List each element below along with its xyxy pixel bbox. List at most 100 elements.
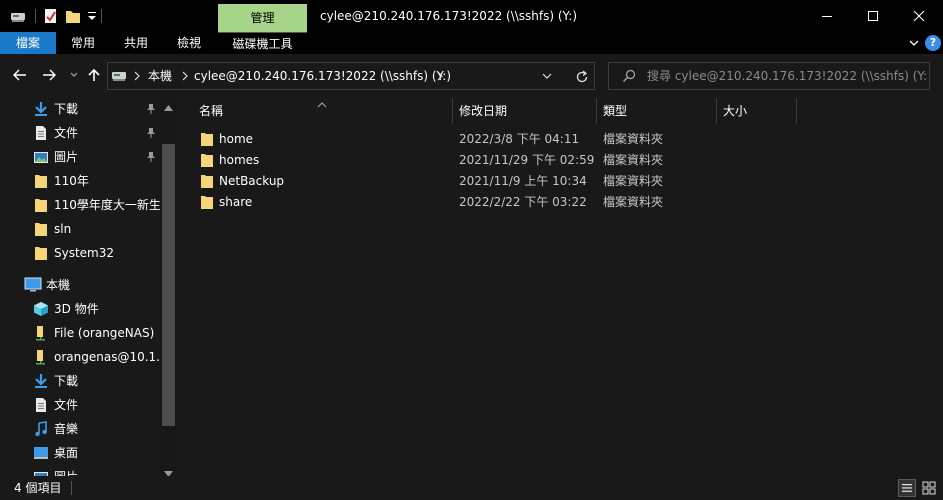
details-view-icon[interactable] bbox=[898, 479, 916, 497]
sidebar-item-quick-6[interactable]: System32 bbox=[0, 241, 160, 265]
breadcrumb-this-pc[interactable]: 本機 bbox=[148, 63, 172, 89]
sidebar-item-pc-4[interactable]: 文件 bbox=[0, 393, 160, 417]
sidebar-item-pc-0[interactable]: 3D 物件 bbox=[0, 297, 160, 321]
sort-ascending-icon bbox=[317, 97, 327, 108]
sidebar-item-pc-5[interactable]: 音樂 bbox=[0, 417, 160, 441]
close-icon bbox=[913, 10, 925, 22]
sidebar-item-quick-4[interactable]: 110學年度大一新生 bbox=[0, 193, 161, 217]
back-arrow-icon bbox=[13, 69, 26, 81]
properties-icon[interactable] bbox=[43, 8, 59, 24]
breadcrumb-separator-icon[interactable] bbox=[180, 69, 190, 83]
tab-drive-tools[interactable]: 磁碟機工具 bbox=[218, 32, 307, 54]
forward-arrow-icon bbox=[43, 69, 56, 81]
pin-icon[interactable] bbox=[145, 103, 157, 115]
address-bar[interactable]: 本機 cylee@210.240.176.173!2022 (\\sshfs) … bbox=[107, 62, 595, 90]
up-button[interactable] bbox=[84, 65, 104, 85]
customize-toolbar-icon[interactable] bbox=[84, 8, 100, 24]
item-count: 4 個項目 bbox=[14, 481, 62, 495]
sidebar-item-label: 110年 bbox=[54, 174, 89, 188]
pin-icon[interactable] bbox=[145, 127, 157, 139]
breadcrumb-separator-icon[interactable] bbox=[435, 69, 445, 83]
new-folder-icon[interactable] bbox=[65, 8, 81, 24]
column-divider[interactable] bbox=[716, 98, 717, 124]
close-button[interactable] bbox=[896, 0, 942, 32]
breadcrumb-separator-icon[interactable] bbox=[132, 69, 142, 83]
document-icon bbox=[33, 125, 49, 141]
minimize-button[interactable] bbox=[804, 0, 850, 32]
file-row[interactable]: NetBackup 2021/11/9 上午 10:34 檔案資料夾 bbox=[195, 171, 665, 192]
refresh-icon[interactable] bbox=[574, 69, 590, 85]
scroll-down-icon[interactable] bbox=[164, 466, 173, 476]
large-icons-view-icon[interactable] bbox=[920, 479, 938, 497]
sidebar-item-label: File (orangeNAS) bbox=[54, 326, 155, 340]
search-box[interactable] bbox=[608, 62, 930, 90]
sidebar-item-this-pc[interactable]: 本機 bbox=[0, 273, 160, 297]
column-divider[interactable] bbox=[796, 98, 797, 124]
file-name: share bbox=[219, 195, 253, 209]
folder-icon bbox=[33, 197, 49, 213]
file-row[interactable]: homes 2021/11/29 下午 02:59 檔案資料夾 bbox=[195, 150, 665, 171]
search-input[interactable] bbox=[647, 63, 927, 89]
sidebar-item-pc-6[interactable]: 桌面 bbox=[0, 441, 160, 465]
folder-icon bbox=[33, 173, 49, 189]
sidebar-item-pc-7[interactable]: 圖片 bbox=[0, 465, 160, 476]
scrollbar-thumb[interactable] bbox=[162, 144, 175, 426]
folder-icon bbox=[200, 174, 214, 189]
sidebar-item-pc-2[interactable]: orangenas@10.1.1 bbox=[0, 345, 168, 369]
tab-home[interactable]: 常用 bbox=[56, 32, 110, 54]
sidebar-item-pc-3[interactable]: 下載 bbox=[0, 369, 160, 393]
sidebar-item-quick-3[interactable]: 110年 bbox=[0, 169, 160, 193]
folder-icon bbox=[200, 195, 214, 210]
column-divider[interactable] bbox=[452, 98, 453, 124]
file-row[interactable]: share 2022/2/22 下午 03:22 檔案資料夾 bbox=[195, 192, 665, 213]
expand-ribbon-chevron-icon[interactable] bbox=[907, 36, 921, 50]
status-divider bbox=[71, 481, 72, 495]
sidebar-item-quick-0[interactable]: 下載 bbox=[0, 97, 160, 121]
file-modified: 2021/11/9 上午 10:34 bbox=[459, 174, 587, 188]
tab-manage[interactable]: 管理 bbox=[218, 4, 307, 32]
music-icon bbox=[33, 421, 49, 437]
network-drive-icon bbox=[33, 325, 49, 341]
pin-icon[interactable] bbox=[145, 151, 157, 163]
tab-file[interactable]: 檔案 bbox=[0, 32, 56, 54]
column-header-name[interactable]: 名稱 bbox=[199, 96, 223, 126]
sidebar-item-label: sln bbox=[54, 222, 72, 236]
file-list: 名稱 修改日期 類型 大小 home 2022/3/8 下午 04:11 檔案資料夾… bbox=[185, 96, 943, 476]
toolbar-separator bbox=[35, 9, 36, 23]
sidebar-item-quick-1[interactable]: 文件 bbox=[0, 121, 160, 145]
search-icon bbox=[622, 69, 636, 86]
address-history-chevron-icon[interactable] bbox=[541, 70, 553, 82]
column-header-type[interactable]: 類型 bbox=[603, 96, 627, 126]
network-drive-icon bbox=[33, 349, 49, 365]
ribbon-tabs: 檔案 常用 共用 檢視 磁碟機工具 ? bbox=[0, 32, 943, 54]
toolbar-separator bbox=[101, 9, 102, 23]
window-title: cylee@210.240.176.173!2022 (\\sshfs) (Y:… bbox=[320, 9, 578, 23]
recent-locations-button[interactable] bbox=[64, 65, 84, 85]
help-icon[interactable]: ? bbox=[925, 35, 941, 51]
sidebar-item-quick-5[interactable]: sln bbox=[0, 217, 160, 241]
back-button[interactable] bbox=[10, 65, 30, 85]
column-divider[interactable] bbox=[596, 98, 597, 124]
maximize-button[interactable] bbox=[850, 0, 896, 32]
sidebar-item-pc-1[interactable]: File (orangeNAS) bbox=[0, 321, 160, 345]
file-name: home bbox=[219, 132, 254, 146]
maximize-icon bbox=[868, 11, 878, 21]
drive-icon[interactable] bbox=[10, 8, 26, 24]
file-row[interactable]: home 2022/3/8 下午 04:11 檔案資料夾 bbox=[195, 129, 665, 150]
sidebar-item-quick-2[interactable]: 圖片 bbox=[0, 145, 160, 169]
breadcrumb-current-drive[interactable]: cylee@210.240.176.173!2022 (\\sshfs) (Y:… bbox=[194, 63, 451, 89]
sidebar-item-label: 圖片 bbox=[54, 150, 79, 164]
document-icon bbox=[33, 397, 49, 413]
tab-view[interactable]: 檢視 bbox=[162, 32, 216, 54]
picture-icon bbox=[33, 469, 49, 476]
file-modified: 2021/11/29 下午 02:59 bbox=[459, 153, 595, 167]
forward-button[interactable] bbox=[39, 65, 59, 85]
file-type: 檔案資料夾 bbox=[603, 153, 664, 167]
folder-icon bbox=[200, 153, 214, 168]
up-arrow-icon bbox=[88, 68, 100, 81]
column-header-size[interactable]: 大小 bbox=[723, 96, 747, 126]
folder-icon bbox=[33, 221, 49, 237]
scroll-up-icon[interactable] bbox=[164, 100, 173, 111]
column-header-modified[interactable]: 修改日期 bbox=[459, 96, 507, 126]
tab-share[interactable]: 共用 bbox=[110, 32, 162, 54]
